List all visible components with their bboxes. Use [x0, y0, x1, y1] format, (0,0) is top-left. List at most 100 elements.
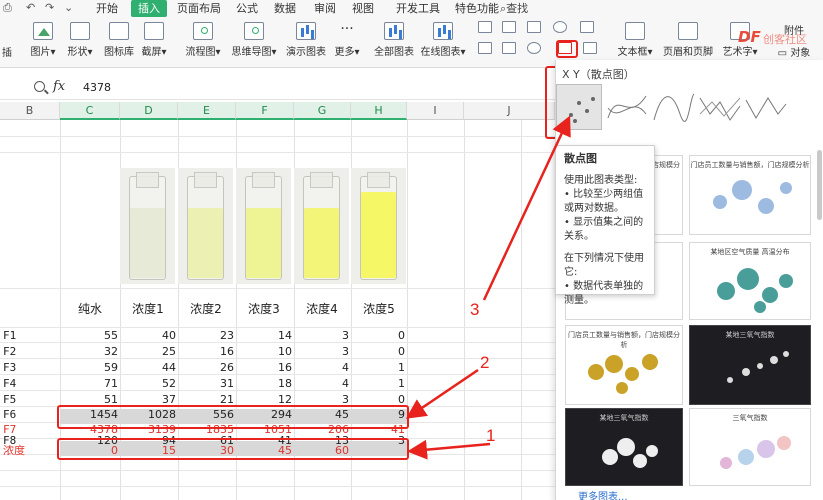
column-header-e[interactable]: E	[178, 102, 236, 120]
gallery-chart-2[interactable]: 某地区空气质量 高温分布	[689, 242, 811, 320]
table-cell[interactable]: 26	[178, 360, 234, 375]
table-cell[interactable]: 32	[62, 344, 118, 359]
menu-home[interactable]: 开始	[96, 0, 118, 17]
table-cell[interactable]: 16	[236, 360, 292, 375]
menu-developer[interactable]: 开发工具	[396, 0, 440, 17]
line-chart-icon[interactable]	[527, 21, 541, 33]
column-header-c[interactable]: C	[60, 102, 120, 120]
table-cell[interactable]: 0	[353, 344, 405, 359]
table-cell[interactable]: 3	[295, 328, 349, 343]
mindmap-button[interactable]: 思维导图▾	[227, 22, 281, 58]
menu-insert[interactable]: 插入	[131, 0, 167, 17]
insert-picture-button[interactable]: 图片▾	[26, 22, 60, 58]
table-cell[interactable]: 14	[236, 328, 292, 343]
menu-features[interactable]: 特色功能	[455, 0, 499, 17]
search-label: 查找	[506, 2, 529, 15]
table-cell[interactable]: 31	[178, 376, 234, 391]
menu-data[interactable]: 数据	[274, 0, 296, 17]
scatter-straight-nomarker-option[interactable]	[742, 84, 788, 130]
panel-scrollbar[interactable]	[817, 150, 822, 220]
radar-chart-icon[interactable]	[527, 42, 541, 54]
object-button[interactable]: ▭ 对象	[768, 44, 820, 59]
online-chart-button[interactable]: 在线图表▾	[418, 22, 468, 58]
table-cell[interactable]: 71	[62, 376, 118, 391]
header-concentration-5: 浓度5	[363, 302, 395, 316]
zoom-icon[interactable]	[34, 81, 45, 92]
insert-shape-label: 形状	[67, 47, 88, 58]
column-header-d[interactable]: D	[120, 102, 178, 120]
redo-icon[interactable]: ↷	[45, 1, 54, 14]
table-cell[interactable]: 23	[178, 328, 234, 343]
demo-chart-button[interactable]: 演示图表	[283, 22, 329, 58]
save-icon[interactable]: ⎙	[3, 1, 12, 15]
table-cell[interactable]: 59	[62, 360, 118, 375]
attachment-button[interactable]: 附件	[768, 22, 820, 37]
icon-library-label: 图标库	[104, 47, 134, 58]
more-charts-link[interactable]: 更多图表...	[578, 488, 628, 500]
icon-library-icon	[109, 22, 129, 40]
all-charts-label: 全部图表	[374, 47, 414, 58]
table-cell[interactable]: 4	[295, 360, 349, 375]
table-cell[interactable]: 3	[295, 344, 349, 359]
menu-formula[interactable]: 公式	[236, 0, 258, 17]
formula-input[interactable]: 4378	[83, 81, 111, 94]
ribbon-partial-button[interactable]: 插	[0, 44, 14, 59]
undo-icon[interactable]: ↶	[26, 1, 35, 14]
table-cell[interactable]: 10	[236, 344, 292, 359]
more-button[interactable]: ··· 更多▾	[330, 22, 364, 58]
highlight-box-row-concentration	[57, 438, 409, 460]
scatter-chart-option[interactable]	[556, 84, 602, 130]
fx-icon[interactable]: fx	[53, 79, 65, 94]
textbox-button[interactable]: 文本框▾	[613, 22, 657, 58]
column-header-g[interactable]: G	[294, 102, 351, 120]
table-cell[interactable]: 4	[295, 376, 349, 391]
menu-view[interactable]: 视图	[352, 0, 374, 17]
table-cell[interactable]: 16	[178, 344, 234, 359]
table-cell[interactable]: 0	[353, 328, 405, 343]
header-footer-button[interactable]: 页眉和页脚	[659, 22, 717, 58]
table-cell[interactable]: 1	[353, 360, 405, 375]
icon-library-button[interactable]: 图标库	[99, 22, 139, 58]
more-quick-icon[interactable]: ⌄	[64, 1, 73, 14]
scatter-straight-option[interactable]	[696, 84, 742, 130]
scatter-smooth-nomarker-option[interactable]	[650, 84, 696, 130]
table-cell[interactable]: 1	[353, 376, 405, 391]
gallery-chart-1[interactable]: 门店员工数量与销售额，门店规模分析	[689, 155, 811, 235]
table-cell[interactable]: 40	[120, 328, 176, 343]
gallery-chart-5[interactable]: 某地三氧气指数	[565, 408, 683, 486]
table-cell[interactable]: 44	[120, 360, 176, 375]
all-charts-button[interactable]: 全部图表	[372, 22, 416, 58]
menu-review[interactable]: 审阅	[314, 0, 336, 17]
table-cell[interactable]: 25	[120, 344, 176, 359]
screenshot-button[interactable]: 截屏▾	[137, 22, 171, 58]
table-cell[interactable]: 18	[236, 376, 292, 391]
row-label: F4	[3, 377, 17, 390]
stock-chart-icon[interactable]	[502, 42, 516, 54]
dark-scatter-thumb-icon	[727, 351, 789, 383]
tooltip-line-5: • 数据代表单独的测量。	[564, 281, 644, 306]
flowchart-button[interactable]: 流程图▾	[180, 22, 226, 58]
gallery-chart-4[interactable]: 某地三氧气指数	[689, 325, 811, 405]
insert-picture-label: 图片	[30, 47, 51, 58]
online-chart-label: 在线图表	[420, 47, 461, 58]
pie-chart-icon[interactable]	[553, 21, 567, 33]
column-header-h[interactable]: H	[351, 102, 407, 120]
column-header-i[interactable]: I	[407, 102, 464, 120]
formula-bar: fx 4378	[0, 78, 555, 100]
bar-chart-icon[interactable]	[502, 21, 516, 33]
area-chart-icon[interactable]	[580, 21, 594, 33]
table-cell[interactable]: 55	[62, 328, 118, 343]
column-header-j[interactable]: J	[464, 102, 555, 120]
combo-chart-icon[interactable]	[583, 42, 597, 54]
scatter-smooth-option[interactable]	[604, 84, 650, 130]
map-chart-icon[interactable]	[478, 42, 492, 54]
gallery-chart-3[interactable]: 门店员工数量与销售额，门店规模分析	[565, 325, 683, 405]
menu-page-layout[interactable]: 页面布局	[177, 0, 221, 17]
column-header-b[interactable]: B	[0, 102, 60, 120]
search-command[interactable]: ⌕查找	[500, 0, 528, 16]
insert-shape-button[interactable]: 形状▾	[63, 22, 97, 58]
column-chart-icon[interactable]	[478, 21, 492, 33]
table-cell[interactable]: 52	[120, 376, 176, 391]
column-header-f[interactable]: F	[236, 102, 294, 120]
gallery-chart-6[interactable]: 三氧气指数	[689, 408, 811, 486]
